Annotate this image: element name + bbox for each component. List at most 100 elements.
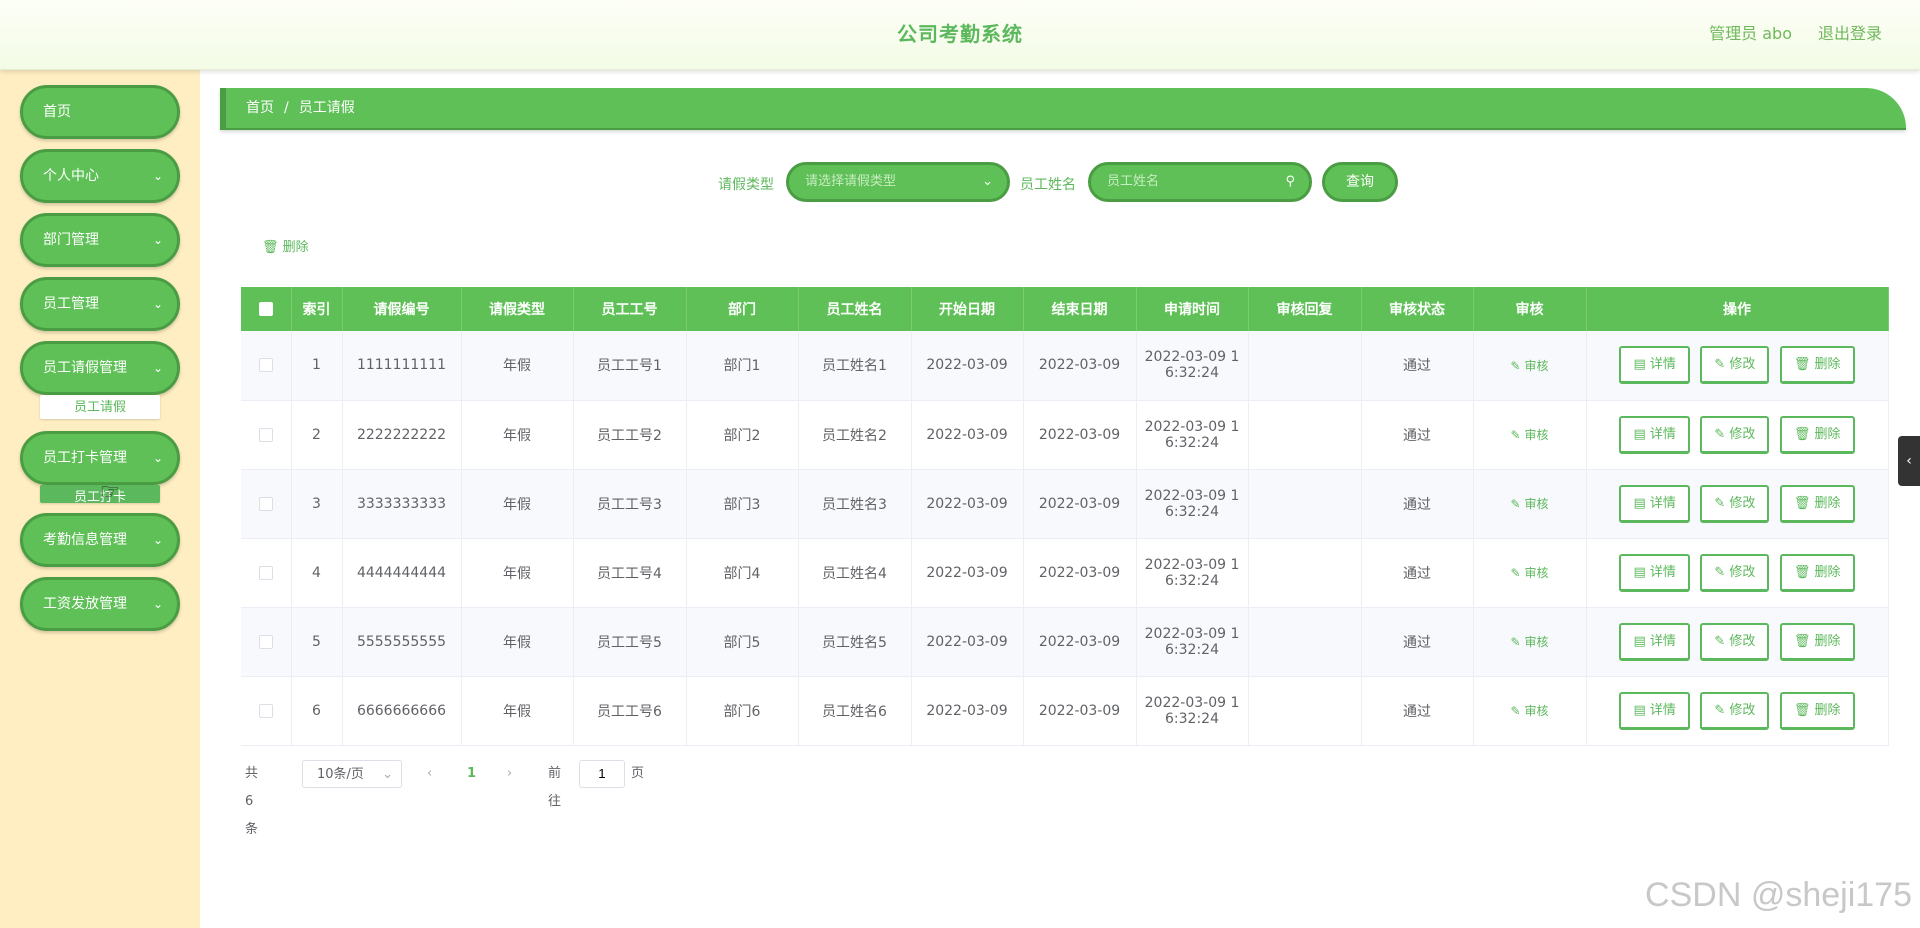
trash-icon: 🗑	[1793, 633, 1811, 649]
cell-idx: 6	[291, 676, 343, 746]
audit-link[interactable]: ✎ 审核	[1511, 497, 1549, 511]
leave-type-placeholder: 请选择请假类型	[805, 174, 897, 189]
leave-type-select[interactable]: 请选择请假类型 ⌄	[786, 162, 1010, 202]
delete-label: 删除	[1814, 357, 1841, 373]
sidebar-item-attendance[interactable]: 考勤信息管理 ⌄	[20, 513, 180, 567]
page-size-select[interactable]: 10条/页 ⌄	[302, 760, 402, 788]
cell-end: 2022-03-09	[1023, 469, 1137, 539]
edit-button[interactable]: ✎ 修改	[1700, 484, 1770, 523]
mouse-cursor-icon: ☞	[100, 480, 120, 505]
search-bar: 请假类型 请选择请假类型 ⌄ 员工姓名 员工姓名 ⚲ 查询	[0, 162, 1920, 202]
employee-name-input[interactable]: 员工姓名 ⚲	[1088, 162, 1312, 202]
cell-dept: 部门4	[686, 538, 799, 608]
logout-link[interactable]: 退出登录	[1818, 20, 1882, 44]
select-all-checkbox[interactable]	[241, 287, 292, 331]
row-checkbox[interactable]	[241, 607, 292, 677]
audit-link[interactable]: ✎ 审核	[1511, 704, 1549, 718]
next-page-button[interactable]: ›	[507, 760, 512, 788]
sidebar-item-label: 工资发放管理	[43, 596, 127, 612]
sidebar-item-clock-in[interactable]: 员工打卡管理 ⌄	[20, 431, 180, 485]
sidebar-item-label: 部门管理	[43, 232, 99, 248]
page-number-current[interactable]: 1	[467, 760, 476, 788]
detail-button[interactable]: ▤ 详情	[1619, 415, 1690, 454]
audit-link[interactable]: ✎ 审核	[1511, 359, 1549, 373]
cell-type: 年假	[461, 607, 574, 677]
detail-label: 详情	[1649, 357, 1676, 373]
audit-link[interactable]: ✎ 审核	[1511, 635, 1549, 649]
table-row: 5 5555555555 年假 员工工号5 部门5 员工姓名5 2022-03-09 2022…	[241, 607, 1889, 677]
breadcrumb-home[interactable]: 首页	[246, 100, 274, 116]
cell-audit: ✎ 审核	[1473, 469, 1587, 539]
sidebar-item-label: 员工请假管理	[43, 360, 127, 376]
apply-time-line-2: 6:32:24	[1165, 434, 1219, 451]
detail-label: 详情	[1649, 564, 1676, 580]
audit-label: 审核	[1524, 358, 1549, 373]
edit-button[interactable]: ✎ 修改	[1700, 622, 1770, 661]
chevron-down-icon: ⌄	[152, 451, 163, 465]
detail-button[interactable]: ▤ 详情	[1619, 622, 1690, 661]
row-checkbox[interactable]	[241, 676, 292, 746]
detail-button[interactable]: ▤ 详情	[1619, 484, 1690, 523]
edit-icon: ✎	[1510, 566, 1521, 580]
cell-code: 1111111111	[342, 331, 462, 401]
cell-operations: ▤ 详情 ✎ 修改 🗑 删除	[1586, 400, 1889, 470]
detail-label: 详情	[1649, 702, 1676, 718]
cell-start: 2022-03-09	[911, 676, 1024, 746]
leave-type-label: 请假类型	[718, 177, 774, 193]
delete-button[interactable]: 🗑 删除	[1779, 484, 1855, 523]
row-checkbox[interactable]	[241, 469, 292, 539]
cell-name: 员工姓名4	[798, 538, 912, 608]
delete-button[interactable]: 🗑 删除	[1779, 622, 1855, 661]
sidebar-item-department[interactable]: 部门管理 ⌄	[20, 213, 180, 267]
cell-emp_no: 员工工号2	[573, 400, 687, 470]
edit-button[interactable]: ✎ 修改	[1700, 346, 1770, 385]
cell-dept: 部门1	[686, 331, 799, 401]
cell-dept: 部门5	[686, 607, 799, 677]
cell-reply	[1248, 331, 1362, 401]
cell-name: 员工姓名3	[798, 469, 912, 539]
detail-button[interactable]: ▤ 详情	[1619, 691, 1690, 730]
sidebar-item-home[interactable]: 首页	[20, 85, 180, 139]
audit-link[interactable]: ✎ 审核	[1511, 428, 1549, 442]
cell-type: 年假	[461, 331, 574, 401]
cell-audit: ✎ 审核	[1473, 538, 1587, 608]
prev-page-button[interactable]: ‹	[427, 760, 432, 788]
column-header: 开始日期	[911, 287, 1024, 331]
cell-audit: ✎ 审核	[1473, 331, 1587, 401]
row-checkbox[interactable]	[241, 400, 292, 470]
delete-button[interactable]: 🗑 删除	[1779, 346, 1855, 385]
edit-button[interactable]: ✎ 修改	[1700, 553, 1770, 592]
query-button[interactable]: 查询	[1322, 162, 1398, 202]
edit-button[interactable]: ✎ 修改	[1700, 691, 1770, 730]
cell-code: 3333333333	[342, 469, 462, 539]
cell-status: 通过	[1361, 607, 1474, 677]
goto-page-input[interactable]	[579, 760, 625, 788]
column-header: 操作	[1586, 287, 1889, 331]
delete-button[interactable]: 🗑 删除	[1779, 691, 1855, 730]
detail-button[interactable]: ▤ 详情	[1619, 553, 1690, 592]
collapse-panel-chevron-left-icon[interactable]: ‹	[1898, 436, 1920, 486]
sidebar-item-employee[interactable]: 员工管理 ⌄	[20, 277, 180, 331]
cell-reply	[1248, 676, 1362, 746]
bulk-delete-button[interactable]: 🗑 删除	[262, 236, 309, 255]
sidebar-item-salary[interactable]: 工资发放管理 ⌄	[20, 577, 180, 631]
row-checkbox[interactable]	[241, 538, 292, 608]
row-checkbox[interactable]	[241, 331, 292, 401]
trash-icon: 🗑	[1793, 702, 1811, 718]
total-count: 共 6 条	[245, 766, 259, 837]
audit-link[interactable]: ✎ 审核	[1511, 566, 1549, 580]
current-user[interactable]: 管理员 abo	[1709, 20, 1792, 44]
cell-apply-time: 2022-03-09 1 6:32:24	[1136, 400, 1249, 470]
detail-button[interactable]: ▤ 详情	[1619, 346, 1690, 385]
edit-icon: ✎	[1714, 426, 1726, 442]
delete-button[interactable]: 🗑 删除	[1779, 415, 1855, 454]
sidebar-item-leave[interactable]: 员工请假管理 ⌄	[20, 341, 180, 395]
cell-operations: ▤ 详情 ✎ 修改 🗑 删除	[1586, 538, 1889, 608]
sidebar-subitem-employee-leave[interactable]: 员工请假	[40, 395, 160, 419]
cell-idx: 5	[291, 607, 343, 677]
cell-apply-time: 2022-03-09 1 6:32:24	[1136, 331, 1249, 401]
cell-name: 员工姓名6	[798, 676, 912, 746]
cell-dept: 部门2	[686, 400, 799, 470]
edit-button[interactable]: ✎ 修改	[1700, 415, 1770, 454]
delete-button[interactable]: 🗑 删除	[1779, 553, 1855, 592]
